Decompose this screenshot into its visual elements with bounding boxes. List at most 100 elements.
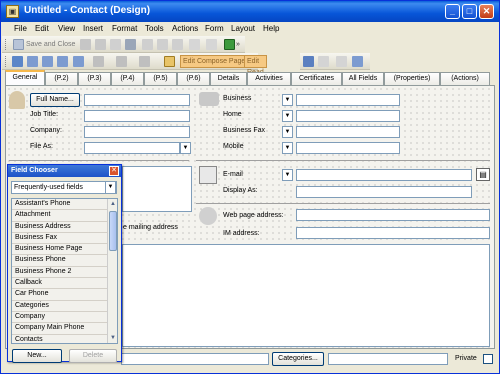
properties-icon[interactable] bbox=[336, 56, 347, 67]
menu-file[interactable]: File bbox=[14, 24, 27, 33]
tab-p3[interactable]: (P.3) bbox=[78, 72, 111, 85]
scroll-down-icon[interactable]: ▼ bbox=[109, 333, 117, 343]
recurrence-icon[interactable] bbox=[157, 39, 168, 50]
im-address-field[interactable] bbox=[296, 227, 490, 239]
phone-fax-field[interactable] bbox=[296, 126, 400, 138]
full-name-field[interactable] bbox=[84, 94, 190, 106]
job-title-field[interactable] bbox=[84, 110, 190, 122]
list-item[interactable]: Business Home Page bbox=[12, 244, 108, 256]
phone-home-dropdown-icon[interactable]: ▼ bbox=[282, 110, 293, 122]
list-item[interactable]: Business Address bbox=[12, 221, 108, 233]
menu-edit[interactable]: Edit bbox=[35, 24, 49, 33]
size-icon[interactable] bbox=[73, 56, 84, 67]
control-toolbox-icon[interactable] bbox=[318, 56, 329, 67]
print-icon[interactable] bbox=[95, 39, 106, 50]
list-item[interactable]: Assistant's Phone bbox=[12, 199, 108, 211]
tab-properties[interactable]: (Properties) bbox=[384, 72, 440, 85]
snap-icon[interactable] bbox=[139, 56, 150, 67]
scroll-thumb[interactable] bbox=[109, 211, 117, 251]
find-icon[interactable] bbox=[142, 39, 153, 50]
align-center-icon[interactable] bbox=[42, 56, 53, 67]
company-field[interactable] bbox=[84, 126, 190, 138]
previous-item-icon[interactable] bbox=[189, 39, 200, 50]
view-code-icon[interactable] bbox=[352, 56, 363, 67]
field-list-scrollbar[interactable]: ▲ ▼ bbox=[107, 199, 117, 343]
tab-p4[interactable]: (P.4) bbox=[111, 72, 144, 85]
save-and-close-button[interactable]: Save and Close bbox=[26, 38, 75, 51]
list-item[interactable]: Attachment bbox=[12, 210, 108, 222]
phone-business-field[interactable] bbox=[296, 94, 400, 106]
tab-all-fields[interactable]: All Fields bbox=[342, 72, 384, 85]
tab-activities[interactable]: Activities bbox=[247, 72, 291, 85]
menu-actions[interactable]: Actions bbox=[172, 24, 198, 33]
page-icon[interactable] bbox=[12, 56, 23, 67]
list-item[interactable]: Car Phone bbox=[12, 289, 108, 301]
menu-layout[interactable]: Layout bbox=[231, 24, 255, 33]
export-icon[interactable] bbox=[224, 39, 235, 50]
list-item[interactable]: Business Phone bbox=[12, 255, 108, 267]
field-chooser-icon[interactable] bbox=[303, 56, 314, 67]
next-item-icon[interactable] bbox=[206, 39, 217, 50]
field-chooser-title[interactable]: Field Chooser bbox=[8, 165, 121, 177]
phone-home-field[interactable] bbox=[296, 110, 400, 122]
contacts-field[interactable] bbox=[121, 353, 269, 365]
tab-p5[interactable]: (P.5) bbox=[144, 72, 177, 85]
close-button[interactable]: ✕ bbox=[479, 4, 494, 19]
phone-mobile-dropdown-icon[interactable]: ▼ bbox=[282, 142, 293, 154]
list-item[interactable]: Business Fax bbox=[12, 232, 108, 245]
tab-p6[interactable]: (P.6) bbox=[177, 72, 210, 85]
delete-icon[interactable] bbox=[172, 39, 183, 50]
tab-general[interactable]: General bbox=[5, 70, 45, 85]
edit-read-page-button[interactable]: Edit Read Page bbox=[244, 55, 267, 87]
file-as-dropdown-icon[interactable]: ▼ bbox=[180, 142, 191, 154]
menu-insert[interactable]: Insert bbox=[83, 24, 103, 33]
menu-help[interactable]: Help bbox=[263, 24, 279, 33]
phone-business-dropdown-icon[interactable]: ▼ bbox=[282, 94, 293, 106]
list-item[interactable]: Company Main Phone bbox=[12, 323, 108, 335]
tab-details[interactable]: Details bbox=[210, 72, 247, 85]
web-page-field[interactable] bbox=[296, 209, 490, 221]
field-set-select[interactable]: Frequently-used fields bbox=[11, 181, 117, 194]
phone-fax-dropdown-icon[interactable]: ▼ bbox=[282, 126, 293, 138]
address-field[interactable] bbox=[122, 166, 192, 212]
title-bar[interactable]: ▣ Untitled - Contact (Design) _ □ ✕ bbox=[1, 1, 499, 22]
flag-icon[interactable] bbox=[125, 39, 136, 50]
attach-icon[interactable] bbox=[110, 39, 121, 50]
tab-certificates[interactable]: Certificates bbox=[291, 72, 342, 85]
list-item[interactable]: Callback bbox=[12, 278, 108, 290]
menu-form[interactable]: Form bbox=[205, 24, 224, 33]
maximize-button[interactable]: □ bbox=[462, 4, 477, 19]
toolbar-grip-2[interactable] bbox=[5, 56, 8, 67]
scroll-up-icon[interactable]: ▲ bbox=[109, 199, 117, 209]
email-dropdown-icon[interactable]: ▼ bbox=[282, 169, 293, 181]
address-book-icon[interactable]: ▤ bbox=[476, 168, 490, 181]
list-item[interactable]: Business Phone 2 bbox=[12, 266, 108, 279]
categories-button[interactable]: Categories... bbox=[272, 352, 324, 366]
edit-compose-page-button[interactable]: Edit Compose Page bbox=[180, 55, 249, 68]
categories-field[interactable] bbox=[328, 353, 448, 365]
list-item[interactable]: Categories bbox=[12, 300, 108, 312]
align-left-icon[interactable] bbox=[27, 56, 38, 67]
grid-icon[interactable] bbox=[57, 56, 68, 67]
notes-field[interactable] bbox=[122, 244, 490, 347]
menu-format[interactable]: Format bbox=[112, 24, 137, 33]
compose-page-icon[interactable] bbox=[164, 56, 175, 67]
save-icon[interactable] bbox=[13, 39, 24, 50]
list-item[interactable]: Company bbox=[12, 311, 108, 324]
display-as-field[interactable] bbox=[296, 186, 472, 198]
group-icon[interactable] bbox=[93, 56, 104, 67]
toolbar-options-chevron-icon[interactable]: » bbox=[236, 38, 240, 51]
toolbar-grip[interactable] bbox=[5, 39, 8, 50]
menu-view[interactable]: View bbox=[58, 24, 75, 33]
file-as-field[interactable] bbox=[84, 142, 180, 154]
tab-actions[interactable]: (Actions) bbox=[440, 72, 490, 85]
menu-tools[interactable]: Tools bbox=[145, 24, 164, 33]
new-field-button[interactable]: New... bbox=[12, 349, 62, 363]
field-set-dropdown-icon[interactable]: ▼ bbox=[105, 181, 116, 194]
list-item[interactable]: Contacts bbox=[12, 334, 108, 343]
phone-mobile-field[interactable] bbox=[296, 142, 400, 154]
field-chooser-close-icon[interactable]: ✕ bbox=[109, 166, 119, 176]
private-checkbox[interactable] bbox=[483, 354, 493, 364]
save-disk-icon[interactable] bbox=[80, 39, 91, 50]
minimize-button[interactable]: _ bbox=[445, 4, 460, 19]
